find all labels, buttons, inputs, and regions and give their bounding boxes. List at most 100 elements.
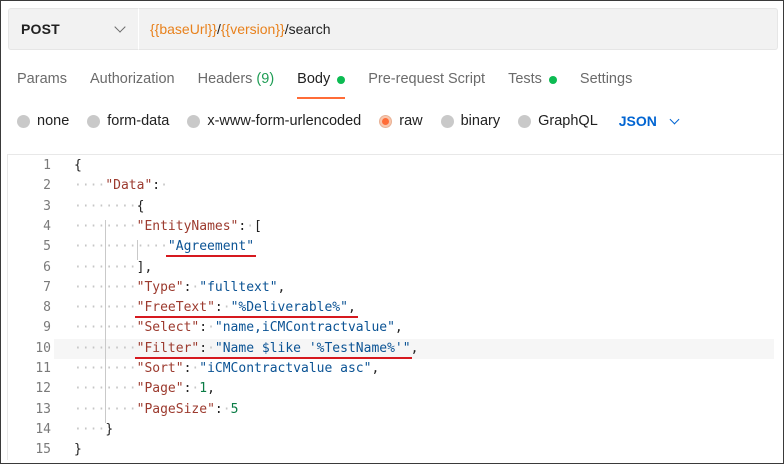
json-punctuation: , (410, 340, 419, 356)
json-key: "EntityNames" (136, 218, 239, 234)
json-number: 5 (230, 401, 239, 417)
body-type-label: form-data (107, 113, 170, 129)
radio-icon[interactable] (518, 114, 532, 128)
tab-label: Body (297, 71, 331, 87)
whitespace-marker: ············ (74, 239, 168, 255)
whitespace-marker: · (160, 178, 168, 194)
annotation-underline (134, 316, 358, 319)
code-line[interactable]: ········"Sort":·"iCMContractvalue asc", (74, 359, 379, 379)
whitespace-marker: · (246, 218, 255, 234)
code-line[interactable]: { (74, 156, 82, 176)
line-number: 14 (35, 421, 51, 437)
url-variable: {{baseUrl}} (150, 21, 217, 37)
line-number: 7 (43, 279, 51, 295)
url-bar: POST {{baseUrl}} / {{version}}/search (8, 8, 778, 50)
code-line[interactable]: ····} (74, 420, 113, 440)
code-line[interactable]: ········], (74, 258, 152, 278)
code-area[interactable]: {····"Data":·········{········"EntityNam… (54, 155, 783, 461)
tab-params[interactable]: Params (17, 63, 67, 99)
code-editor[interactable]: 1 2 3 4 5 6 7 8 9 10 11 12 13 14 15 {····"Data":· ·····… (7, 154, 783, 461)
line-number: 5 (43, 239, 51, 255)
line-number: 15 (35, 442, 51, 458)
code-line[interactable]: ········"Filter":·"Name $like '%TestName… (74, 339, 418, 359)
body-type-label: raw (399, 113, 423, 129)
radio-icon[interactable] (440, 114, 454, 128)
json-punctuation: , (207, 381, 215, 397)
json-string: "Agreement" (167, 239, 255, 255)
code-line[interactable]: } (74, 440, 82, 460)
line-number: 4 (43, 218, 51, 234)
json-key: "Data" (105, 178, 153, 194)
format-dropdown[interactable]: JSON (619, 113, 680, 129)
tab-settings[interactable]: Settings (580, 63, 632, 99)
chevron-down-icon (669, 114, 680, 124)
radio-icon[interactable] (187, 114, 201, 128)
json-string: "name,iCMContractvalue" (214, 320, 395, 336)
tab-tests[interactable]: Tests (508, 63, 557, 99)
radio-icon[interactable] (87, 114, 101, 128)
line-number: 10 (35, 340, 51, 356)
radio-icon[interactable] (379, 114, 393, 128)
json-punctuation: , (394, 320, 403, 336)
line-number: 8 (43, 300, 51, 316)
whitespace-marker: · (207, 320, 215, 336)
tab-headers[interactable]: Headers (9) (198, 63, 275, 99)
body-type-x-www-form-urlencoded[interactable]: x-www-form-urlencoded (187, 113, 361, 129)
whitespace-marker: ········ (74, 198, 137, 214)
json-key: "Page" (136, 381, 184, 397)
line-number: 12 (35, 381, 51, 397)
json-punctuation: [ (254, 218, 262, 234)
tab-label: Headers (197, 71, 253, 87)
code-line[interactable]: ············"Agreement" (74, 237, 254, 257)
code-line[interactable]: ········"EntityNames":·[ (74, 217, 262, 237)
tab-label: Tests (508, 71, 542, 87)
tab-body[interactable]: Body (297, 63, 346, 99)
json-string: "%Deliverable%" (230, 300, 348, 316)
body-type-label: GraphQL (538, 113, 598, 129)
tab-authorization[interactable]: Authorization (90, 63, 175, 99)
line-number: 13 (35, 401, 51, 417)
json-punctuation: , (277, 279, 286, 295)
json-string: "fulltext" (199, 279, 278, 295)
json-punctuation: , (347, 300, 356, 316)
body-type-label: binary (460, 113, 501, 129)
code-line[interactable]: ········"FreeText":·"%Deliverable%", (74, 298, 356, 318)
body-type-binary[interactable]: binary (440, 113, 501, 129)
tab-count-badge: (9) (256, 71, 275, 87)
body-type-label: x-www-form-urlencoded (207, 113, 362, 129)
request-tabs: Params Authorization Headers (9) Body Pre-req… (17, 63, 655, 99)
radio-icon[interactable] (17, 114, 30, 128)
json-punctuation: } (74, 442, 82, 458)
code-line[interactable]: ········"Select":·"name,iCMContractvalue… (74, 318, 403, 338)
json-punctuation: : (199, 340, 208, 356)
json-number: 1 (199, 381, 208, 397)
body-type-form-data[interactable]: form-data (87, 113, 169, 129)
body-type-selector: none form-data x-www-form-urlencoded raw bin… (17, 109, 680, 133)
code-line[interactable]: ········{ (74, 197, 144, 217)
json-string: "Name $like '%TestName%'" (214, 340, 411, 356)
url-input[interactable]: {{baseUrl}} / {{version}}/search (138, 8, 778, 50)
json-punctuation: { (74, 158, 82, 173)
line-number-gutter: 1 2 3 4 5 6 7 8 9 10 11 12 13 14 15 (8, 155, 56, 461)
tab-pre-request-script[interactable]: Pre-request Script (368, 63, 485, 99)
json-punctuation: ], (136, 259, 153, 275)
indent-guide (136, 240, 138, 261)
body-type-raw[interactable]: raw (379, 113, 423, 129)
json-punctuation: , (371, 361, 380, 376)
json-punctuation: : (214, 401, 223, 417)
body-type-none[interactable]: none (17, 113, 69, 129)
code-line[interactable]: ········"PageSize":·5 (74, 400, 238, 420)
code-line[interactable]: ········"Page":·1, (74, 379, 215, 399)
json-key: "FreeText" (136, 300, 215, 316)
json-string: "iCMContractvalue asc" (199, 361, 372, 376)
tab-label: Authorization (89, 71, 175, 87)
body-type-graphql[interactable]: GraphQL (518, 113, 598, 129)
json-key: "Sort" (136, 361, 184, 376)
code-line[interactable]: ····"Data":· (74, 176, 168, 196)
whitespace-marker: · (222, 401, 231, 417)
json-key: "Filter" (136, 340, 200, 356)
method-select[interactable]: POST (8, 8, 138, 50)
body-type-label: none (37, 113, 70, 129)
chevron-down-icon (114, 21, 126, 33)
whitespace-marker: · (222, 300, 231, 316)
